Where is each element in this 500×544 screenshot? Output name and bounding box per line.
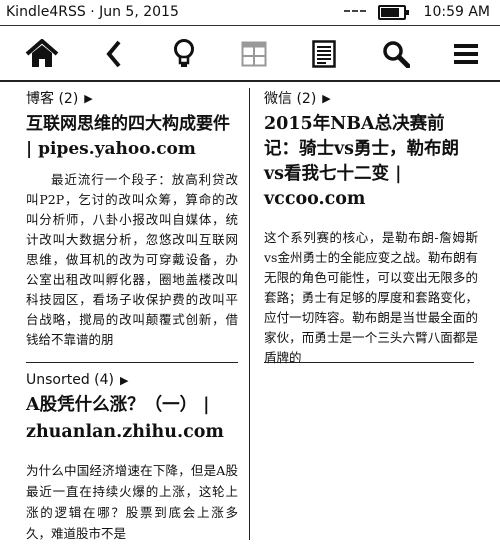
signal-indicator (344, 10, 366, 12)
article-title[interactable]: 2015年NBA总决赛前记：骑士vs勇士，勒布朗vs看我七十二变 | vccoo… (264, 112, 478, 212)
article-title[interactable]: A股凭什么涨？（一） | zhuanlan.zhihu.com (26, 392, 238, 446)
article-snippet: 这个系列赛的核心，是勒布朗-詹姆斯vs金州勇士的全能应变之战。勒布朗有无限的角色… (264, 230, 478, 365)
lightbulb-icon (174, 39, 194, 67)
expand-arrow-icon: ▶ (322, 91, 331, 105)
home-icon (25, 39, 59, 67)
article-list-button[interactable] (306, 36, 342, 72)
article-list-icon (312, 40, 336, 68)
category-label: 微信 (2) (264, 91, 317, 107)
menu-icon (454, 44, 478, 64)
article-snippet: 最近流行一个段子：放高利贷改叫P2P，乞讨的改叫众筹，算命的改叫分析师，八卦小报… (26, 172, 238, 347)
column-divider (249, 88, 250, 540)
category-label: Unsorted (4) (26, 372, 115, 388)
lightbulb-button[interactable] (166, 36, 202, 72)
menu-button[interactable] (448, 36, 484, 72)
expand-arrow-icon: ▶ (84, 91, 93, 105)
article-snippet: 为什么中国经济增速在下降，但是A股最近一直在持续火爆的上涨，这轮上涨的逻辑在哪？… (26, 463, 238, 541)
card-divider (26, 362, 238, 363)
category-header[interactable]: 博客 (2) ▶ (26, 88, 238, 108)
expand-arrow-icon: ▶ (120, 373, 129, 387)
card-divider (264, 362, 474, 363)
grid-view-button[interactable] (236, 36, 272, 72)
grid-view-icon (241, 41, 267, 67)
toolbar (0, 26, 500, 82)
status-time: 10:59 AM (423, 4, 490, 20)
back-icon (106, 40, 121, 68)
feed-card[interactable]: 微信 (2) ▶ 2015年NBA总决赛前记：骑士vs勇士，勒布朗vs看我七十二… (264, 88, 478, 368)
home-button[interactable] (24, 36, 60, 72)
article-title[interactable]: 互联网思维的四大构成要件 | pipes.yahoo.com (26, 112, 238, 162)
search-icon (383, 41, 410, 68)
status-title: Kindle4RSS · Jun 5, 2015 (6, 4, 179, 20)
battery-icon (378, 5, 409, 20)
category-header[interactable]: 微信 (2) ▶ (264, 88, 478, 108)
back-button[interactable] (96, 36, 132, 72)
status-bar: Kindle4RSS · Jun 5, 2015 10:59 AM (0, 0, 500, 26)
feed-card[interactable]: 博客 (2) ▶ 互联网思维的四大构成要件 | pipes.yahoo.com … (26, 88, 238, 350)
search-button[interactable] (378, 36, 414, 72)
feed-card[interactable]: Unsorted (4) ▶ A股凭什么涨？（一） | zhuanlan.zhi… (26, 372, 238, 544)
category-label: 博客 (2) (26, 91, 79, 107)
category-header[interactable]: Unsorted (4) ▶ (26, 372, 238, 388)
battery-fill (381, 8, 399, 17)
